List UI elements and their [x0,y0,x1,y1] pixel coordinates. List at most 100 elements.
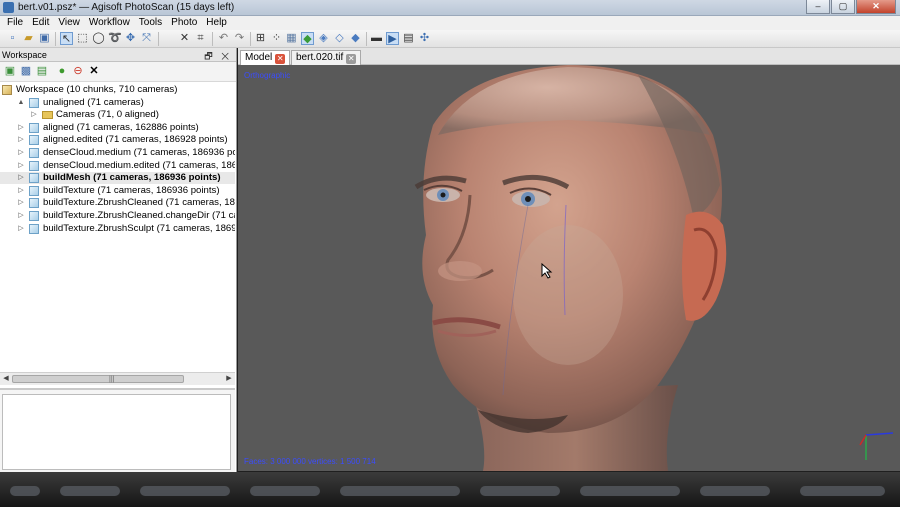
wireframe-icon[interactable]: ◆ [349,32,362,45]
tree-item[interactable]: ▷ buildTexture.ZbrushCleaned.changeDir (7… [0,210,235,222]
tree-item-label: buildTexture.ZbrushCleaned.changeDir (71… [43,210,235,221]
ortho-icon[interactable]: ▤ [402,32,415,45]
expand-arrow-icon[interactable]: ▷ [17,172,25,184]
tree-horizontal-scrollbar[interactable]: ◀ ||| ▶ [0,372,235,385]
tree-item[interactable]: ▷ buildMesh (71 cameras, 186936 points) [0,172,235,185]
navigate-icon[interactable]: ✣ [418,32,431,45]
undo-icon[interactable]: ↶ [217,32,230,45]
expand-arrow-icon[interactable]: ▷ [17,210,25,222]
solid-icon[interactable]: ◆ [301,32,314,45]
taskbar-item[interactable] [60,486,120,496]
redo-icon[interactable]: ↷ [233,32,246,45]
close-button[interactable]: ✕ [856,0,896,14]
expand-arrow-icon[interactable]: ▷ [17,223,25,235]
maximize-button[interactable]: ▢ [831,0,855,14]
tree-item[interactable]: ▷ aligned.edited (71 cameras, 186928 poin… [0,134,235,146]
head-model [414,65,894,471]
rotate-icon[interactable]: ✥ [124,32,137,45]
tree-item[interactable]: ▲ unaligned (71 cameras) [0,97,235,109]
add-photos-icon[interactable]: ▩ [20,65,32,77]
menu-photo[interactable]: Photo [168,16,203,30]
add-chunk-icon[interactable]: ▣ [4,65,16,77]
system-tray[interactable] [800,486,885,496]
grid-icon[interactable]: ⊞ [254,32,267,45]
taskbar-item[interactable] [340,486,460,496]
free-select-icon[interactable]: ➰ [108,32,122,45]
image-icon[interactable]: ▶ [386,32,399,45]
camera-icon[interactable]: ▬ [370,32,383,45]
add-folder-icon[interactable]: ▤ [36,65,48,77]
scroll-right-icon[interactable]: ▶ [224,374,234,384]
tree-item-label: buildTexture.ZbrushSculpt (71 cameras, 1… [43,222,235,234]
delete-icon[interactable]: ✕ [178,32,191,45]
workspace-panel: Workspace 🗗 ✕ ▣ ▩ ▤ ● ⊖ ✕ Workspace (10 … [0,48,237,472]
taskbar-item[interactable] [140,486,230,496]
tree-item-label: buildMesh (71 cameras, 186936 points) [43,172,221,184]
enable-icon[interactable]: ● [56,65,68,77]
tree-item[interactable]: ▷ buildTexture.ZbrushSculpt (71 cameras, … [0,223,235,235]
toolbar-separator [55,32,56,46]
rect-select-icon[interactable]: ⬚ [76,32,89,45]
tab-model-label: Model [245,52,273,63]
tab-image[interactable]: bert.020.tif ✕ [291,50,362,65]
taskbar-item[interactable] [250,486,320,496]
taskbar [0,472,900,507]
start-button[interactable] [10,486,40,496]
expand-arrow-icon[interactable]: ▷ [17,197,25,209]
menu-workflow[interactable]: Workflow [86,16,136,30]
tree-item-label: buildTexture.ZbrushCleaned (71 cameras, … [43,197,235,209]
circle-select-icon[interactable]: ◯ [92,32,105,45]
scroll-left-icon[interactable]: ◀ [1,374,11,384]
tab-model[interactable]: Model ✕ [240,50,291,65]
resize-icon[interactable]: ⤧ [140,32,153,45]
taskbar-item[interactable] [480,486,560,496]
menu-tools[interactable]: Tools [136,16,168,30]
workspace-icon [2,85,12,95]
tree-item-label: Workspace (10 chunks, 710 cameras) [16,84,178,95]
expand-arrow-icon[interactable]: ▷ [17,147,25,159]
select-icon[interactable]: ↖ [60,32,73,45]
workspace-toolbar: ▣ ▩ ▤ ● ⊖ ✕ [0,62,236,82]
wireframe-icon[interactable]: ◇ [333,32,346,45]
remove-icon[interactable]: ✕ [88,65,100,77]
expand-arrow-icon[interactable]: ▷ [17,185,25,197]
save-icon[interactable]: ▣ [38,32,51,45]
new-icon[interactable]: ▫ [6,32,19,45]
tree-item[interactable]: ▷ denseCloud.medium.edited (71 cameras, 1… [0,160,235,172]
expand-arrow-icon[interactable]: ▷ [17,122,25,134]
crop-icon[interactable]: ⌗ [194,32,207,45]
close-tab-icon[interactable]: ✕ [346,54,357,64]
minimize-button[interactable]: – [806,0,830,14]
menu-edit[interactable]: Edit [29,16,55,30]
disable-icon[interactable]: ⊖ [72,65,84,77]
taskbar-item[interactable] [700,486,770,496]
menu-view[interactable]: View [55,16,86,30]
open-icon[interactable]: ▰ [22,32,35,45]
chunk-icon [29,97,39,108]
tab-image-label: bert.020.tif [296,52,344,63]
menu-help[interactable]: Help [203,16,233,30]
tree-item-label: aligned (71 cameras, 162886 points) [43,121,199,133]
tree-item[interactable]: ▷ denseCloud.medium (71 cameras, 186936 p… [0,147,235,159]
tree-item[interactable]: ▷ buildTexture (71 cameras, 186936 points… [0,185,235,197]
taskbar-item[interactable] [580,486,680,496]
chunk-icon [29,173,39,184]
model-viewport[interactable]: Orthographic Faces: 3 000 000 vertices: … [238,65,900,471]
tree-item[interactable]: ▷ aligned (71 cameras, 162886 points) [0,122,235,134]
expand-arrow-icon[interactable]: ▷ [30,109,38,121]
menu-file[interactable]: File [4,16,29,30]
toolbar-separator [212,32,213,46]
expand-arrow-icon[interactable]: ▲ [17,97,25,109]
close-tab-icon[interactable]: ✕ [275,54,286,64]
workspace-header: Workspace 🗗 ✕ [0,48,236,62]
tree-item-label: denseCloud.medium (71 cameras, 186936 po… [43,147,235,158]
shaded-icon[interactable]: ◈ [317,32,330,45]
texture-icon[interactable]: ▦ [285,32,298,45]
scrollbar-thumb[interactable]: ||| [12,375,184,383]
expand-arrow-icon[interactable]: ▷ [17,134,25,146]
tree-item[interactable]: Workspace (10 chunks, 710 cameras) [0,84,235,96]
expand-arrow-icon[interactable]: ▷ [17,160,25,172]
tree-item[interactable]: ▷ buildTexture.ZbrushCleaned (71 cameras,… [0,197,235,209]
points-icon[interactable]: ⁘ [270,32,283,45]
tree-item[interactable]: ▷ Cameras (71, 0 aligned) [0,109,235,121]
